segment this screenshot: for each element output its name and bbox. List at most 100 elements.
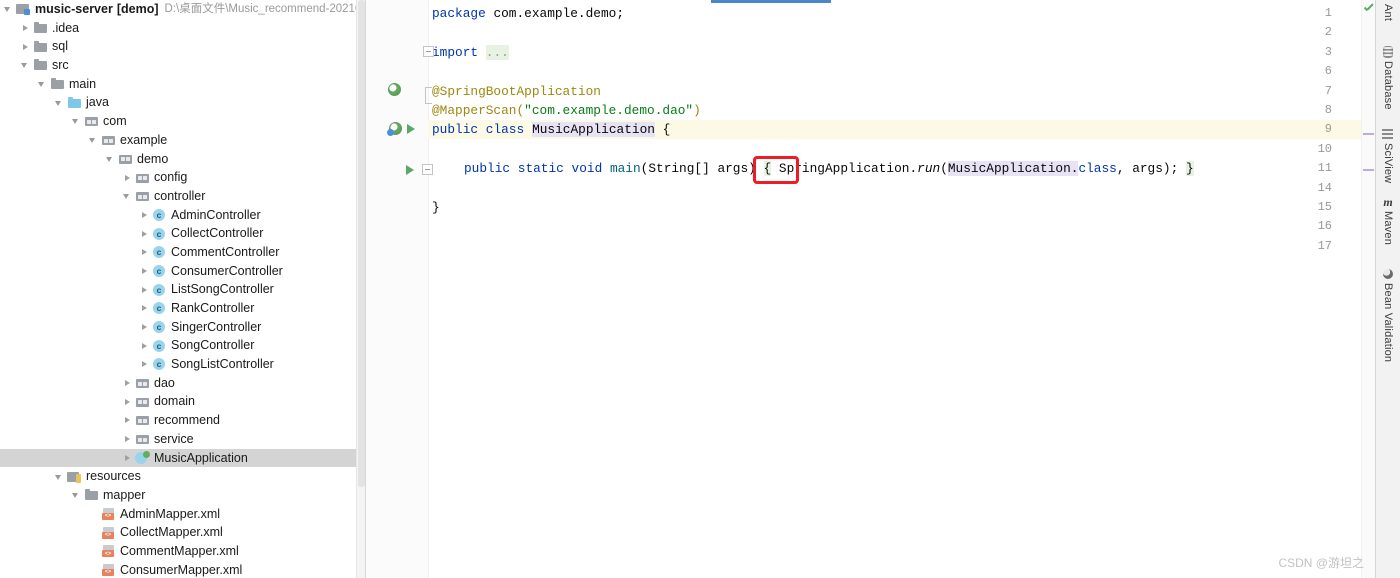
package-icon	[118, 152, 133, 166]
tree-row-com[interactable]: com	[0, 112, 366, 131]
xml-file-icon	[101, 544, 116, 558]
tree-row-project-root[interactable]: music-server [demo] D:\桌面文件\Music_recomm…	[0, 0, 366, 19]
tree-row-mapper[interactable]: mapper	[0, 486, 366, 505]
run-gutter-icon-line-9[interactable]	[407, 124, 415, 134]
java-class-icon	[152, 227, 167, 241]
tree-row-musicapplication[interactable]: MusicApplication	[0, 448, 366, 468]
tool-window-button-ant[interactable]: Ant	[1376, 4, 1400, 21]
chevron-down-icon[interactable]	[123, 192, 132, 201]
tree-row-src[interactable]: src	[0, 56, 366, 75]
chevron-down-icon[interactable]	[4, 5, 13, 14]
tree-row-domain[interactable]: domain	[0, 392, 366, 411]
tree-row-admincontroller[interactable]: AdminController	[0, 206, 366, 225]
chevron-right-icon[interactable]	[140, 323, 149, 332]
chevron-right-icon[interactable]	[140, 266, 149, 275]
tool-window-button-sciview[interactable]: SciView	[1376, 128, 1400, 183]
chevron-down-icon[interactable]	[38, 80, 47, 89]
tree-row-songlistcontroller[interactable]: SongListController	[0, 355, 366, 374]
chevron-right-icon[interactable]	[123, 173, 132, 182]
editor-marker-bar[interactable]	[1361, 0, 1376, 578]
tool-window-button-bean-validation[interactable]: Bean Validation	[1376, 268, 1400, 362]
active-tab-underline	[711, 0, 831, 3]
chevron-right-icon[interactable]	[123, 397, 132, 406]
tree-item-label: CollectController	[171, 226, 264, 241]
tree-row-demo[interactable]: demo	[0, 150, 366, 169]
tree-row-commentcontroller[interactable]: CommentController	[0, 243, 366, 262]
tree-row-resources[interactable]: resources	[0, 467, 366, 486]
chevron-down-icon[interactable]	[55, 472, 64, 481]
chevron-down-icon[interactable]	[21, 61, 30, 70]
line-number: 6	[1324, 64, 1332, 79]
code-token: @MapperScan(	[432, 103, 525, 118]
chevron-right-icon[interactable]	[140, 360, 149, 369]
tree-row-collectcontroller[interactable]: CollectController	[0, 224, 366, 243]
tree-row-example[interactable]: example	[0, 131, 366, 150]
chevron-right-icon[interactable]	[123, 435, 132, 444]
spring-bean-icon-line-7[interactable]	[388, 83, 401, 96]
tree-row-consumercontroller[interactable]: ConsumerController	[0, 262, 366, 281]
code-editor[interactable]: 1 2 3 6 7 8 9 10 11 14 15 16 17 package com.example.…	[366, 0, 1376, 578]
chevron-right-icon[interactable]	[140, 229, 149, 238]
tree-row-service[interactable]: service	[0, 430, 366, 449]
chevron-down-icon[interactable]	[72, 491, 81, 500]
tree-row-java[interactable]: java	[0, 93, 366, 112]
code-line[interactable]: public static void main(String[] args) {…	[464, 161, 1194, 177]
run-gutter-icon-line-11[interactable]	[406, 165, 414, 175]
project-tree-items[interactable]: .idea sql src main java com example demo config c…	[0, 19, 366, 578]
code-line[interactable]: @MapperScan("com.example.demo.dao")	[432, 103, 701, 118]
tree-row-config[interactable]: config	[0, 168, 366, 187]
fold-marker-method[interactable]	[422, 164, 433, 175]
tree-row-rankcontroller[interactable]: RankController	[0, 299, 366, 318]
code-token: class	[485, 122, 525, 138]
chevron-right-icon[interactable]	[21, 24, 30, 33]
tool-window-button-database[interactable]: Database	[1376, 46, 1400, 110]
tree-row--idea[interactable]: .idea	[0, 19, 366, 38]
tree-row-listsongcontroller[interactable]: ListSongController	[0, 280, 366, 299]
project-tool-window[interactable]: music-server [demo] D:\桌面文件\Music_recomm…	[0, 0, 366, 578]
fold-marker-import[interactable]	[423, 46, 434, 57]
chevron-right-icon[interactable]	[140, 248, 149, 257]
tree-row-collectmapper-xml[interactable]: CollectMapper.xml	[0, 523, 366, 542]
tree-row-sql[interactable]: sql	[0, 37, 366, 56]
chevron-down-icon[interactable]	[89, 136, 98, 145]
chevron-down-icon[interactable]	[106, 154, 115, 163]
tree-row-songcontroller[interactable]: SongController	[0, 336, 366, 355]
chevron-right-icon[interactable]	[140, 304, 149, 313]
chevron-down-icon[interactable]	[55, 98, 64, 107]
chevron-right-icon[interactable]	[21, 42, 30, 51]
ide-window: music-server [demo] D:\桌面文件\Music_recomm…	[0, 0, 1400, 578]
marker-stripe[interactable]	[1363, 169, 1374, 171]
chevron-down-icon[interactable]	[72, 117, 81, 126]
code-line[interactable]: package com.example.demo;	[432, 6, 624, 21]
chevron-right-icon[interactable]	[140, 341, 149, 350]
tree-row-dao[interactable]: dao	[0, 374, 366, 393]
fold-bracket-bottom[interactable]	[425, 95, 432, 104]
chevron-right-icon[interactable]	[140, 210, 149, 219]
chevron-right-icon[interactable]	[123, 416, 132, 425]
source-folder-icon	[67, 96, 82, 110]
chevron-right-icon[interactable]	[123, 453, 132, 462]
code-line[interactable]: }	[432, 200, 440, 215]
tree-item-label: recommend	[154, 413, 220, 428]
tree-scrollbar-thumb[interactable]	[358, 0, 365, 487]
spring-bean-icon-line-9[interactable]	[387, 122, 402, 136]
code-line[interactable]: @SpringBootApplication	[432, 84, 601, 99]
inspection-status-check-icon[interactable]	[1363, 3, 1375, 15]
marker-stripe[interactable]	[1363, 133, 1374, 135]
code-token: {	[654, 122, 671, 138]
tool-window-button-maven[interactable]: m Maven	[1376, 196, 1400, 245]
chevron-right-icon[interactable]	[123, 379, 132, 388]
right-tool-window-strip[interactable]: Ant Database SciView m Maven Bean Validation	[1375, 0, 1400, 578]
tree-row-commentmapper-xml[interactable]: CommentMapper.xml	[0, 542, 366, 561]
tree-row-adminmapper-xml[interactable]: AdminMapper.xml	[0, 505, 366, 524]
code-line[interactable]: public class MusicApplication {	[432, 122, 671, 138]
xml-file-icon	[101, 507, 116, 521]
chevron-right-icon[interactable]	[140, 285, 149, 294]
tree-row-main[interactable]: main	[0, 75, 366, 94]
tree-row-controller[interactable]: controller	[0, 187, 366, 206]
tree-row-consumermapper-xml[interactable]: ConsumerMapper.xml	[0, 561, 366, 578]
code-line[interactable]: import ...	[432, 44, 509, 60]
tree-row-singercontroller[interactable]: SingerController	[0, 318, 366, 337]
tree-row-recommend[interactable]: recommend	[0, 411, 366, 430]
xml-file-icon	[101, 563, 116, 577]
